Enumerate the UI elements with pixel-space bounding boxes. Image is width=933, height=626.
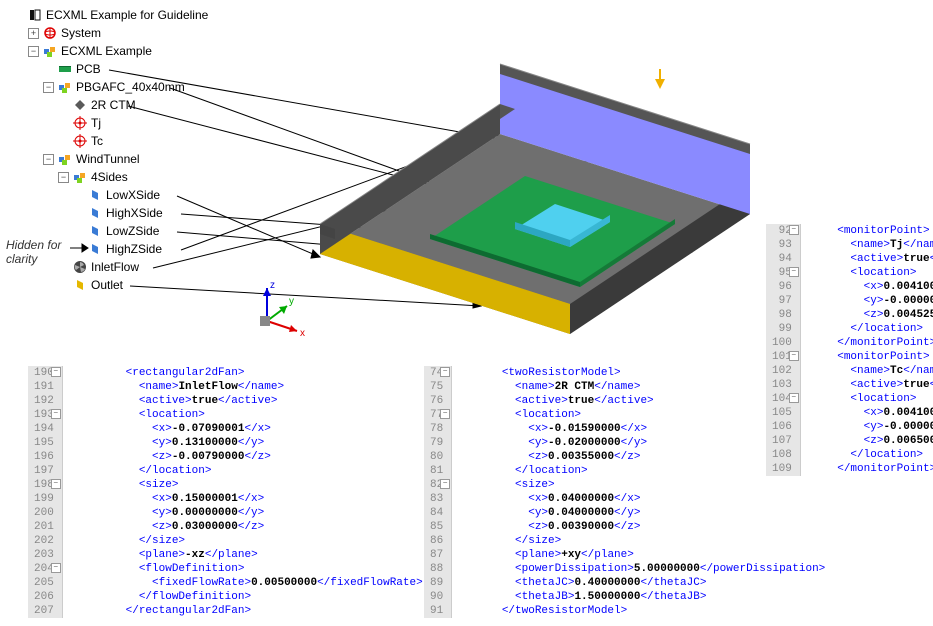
tree-label: ECXML Example for Guideline: [46, 8, 208, 22]
tree-pcb[interactable]: PCB: [28, 60, 208, 78]
tree-highx[interactable]: HighXSide: [28, 204, 208, 222]
tree-label: ECXML Example: [61, 44, 152, 58]
side-icon: [88, 224, 102, 238]
collapse-icon[interactable]: −: [43, 82, 54, 93]
tree-label: 4Sides: [91, 170, 128, 184]
tree-label: LowZSide: [106, 224, 159, 238]
hidden-annotation: Hidden for clarity: [6, 238, 61, 266]
svg-text:y: y: [289, 296, 294, 307]
tree-tc[interactable]: Tc: [28, 132, 208, 150]
tree-label: Tc: [91, 134, 103, 148]
collapse-icon[interactable]: −: [58, 172, 69, 183]
assembly-icon: [73, 170, 87, 184]
diamond-icon: [73, 98, 87, 112]
tree-label: LowXSide: [106, 188, 160, 202]
assembly-icon: [58, 80, 72, 94]
side-icon: [88, 206, 102, 220]
tree-label: HighZSide: [106, 242, 162, 256]
assembly-icon: [58, 152, 72, 166]
svg-text:x: x: [300, 328, 305, 339]
tree-system[interactable]: + System: [28, 24, 208, 42]
tree-tj[interactable]: Tj: [28, 114, 208, 132]
tree-label: InletFlow: [91, 260, 139, 274]
tree-label: PCB: [76, 62, 101, 76]
tree-outlet[interactable]: Outlet: [28, 276, 208, 294]
tree-pbga[interactable]: − PBGAFC_40x40mm: [28, 78, 208, 96]
line-gutter: 92−939495−96979899100101−102103104−10510…: [766, 224, 801, 476]
expand-icon[interactable]: +: [28, 28, 39, 39]
system-icon: [43, 26, 57, 40]
tree-label: PBGAFC_40x40mm: [76, 80, 185, 94]
tree-lowx[interactable]: LowXSide: [28, 186, 208, 204]
axis-triad: x y z: [242, 276, 312, 346]
outlet-icon: [73, 278, 87, 292]
monitor-point-icon: [73, 116, 87, 130]
tree-label: WindTunnel: [76, 152, 140, 166]
tree-label: System: [61, 26, 101, 40]
collapse-icon[interactable]: −: [28, 46, 39, 57]
model-icon: [28, 8, 42, 22]
assembly-icon: [43, 44, 57, 58]
pcb-icon: [58, 62, 72, 76]
tree-label: Outlet: [91, 278, 123, 292]
tree-label: Tj: [91, 116, 101, 130]
tree-root[interactable]: ECXML Example for Guideline: [28, 6, 208, 24]
code-pane-fan[interactable]: 190−191192193−194195196197198−1992002012…: [28, 366, 423, 618]
tree-windtunnel[interactable]: − WindTunnel: [28, 150, 208, 168]
line-gutter: 74−757677−7879808182−838485868788899091: [424, 366, 452, 618]
line-gutter: 190−191192193−194195196197198−1992002012…: [28, 366, 63, 618]
code-pane-monitor[interactable]: 92−939495−96979899100101−102103104−10510…: [766, 224, 933, 476]
tree-4sides[interactable]: − 4Sides: [28, 168, 208, 186]
collapse-icon[interactable]: −: [43, 154, 54, 165]
side-icon: [88, 242, 102, 256]
tree-example[interactable]: − ECXML Example: [28, 42, 208, 60]
tree-2rctm[interactable]: 2R CTM: [28, 96, 208, 114]
svg-text:z: z: [270, 280, 275, 291]
side-icon: [88, 188, 102, 202]
tree-label: HighXSide: [106, 206, 163, 220]
monitor-point-icon: [73, 134, 87, 148]
fan-icon: [73, 260, 87, 274]
3d-viewport[interactable]: [260, 4, 760, 344]
tree-label: 2R CTM: [91, 98, 136, 112]
